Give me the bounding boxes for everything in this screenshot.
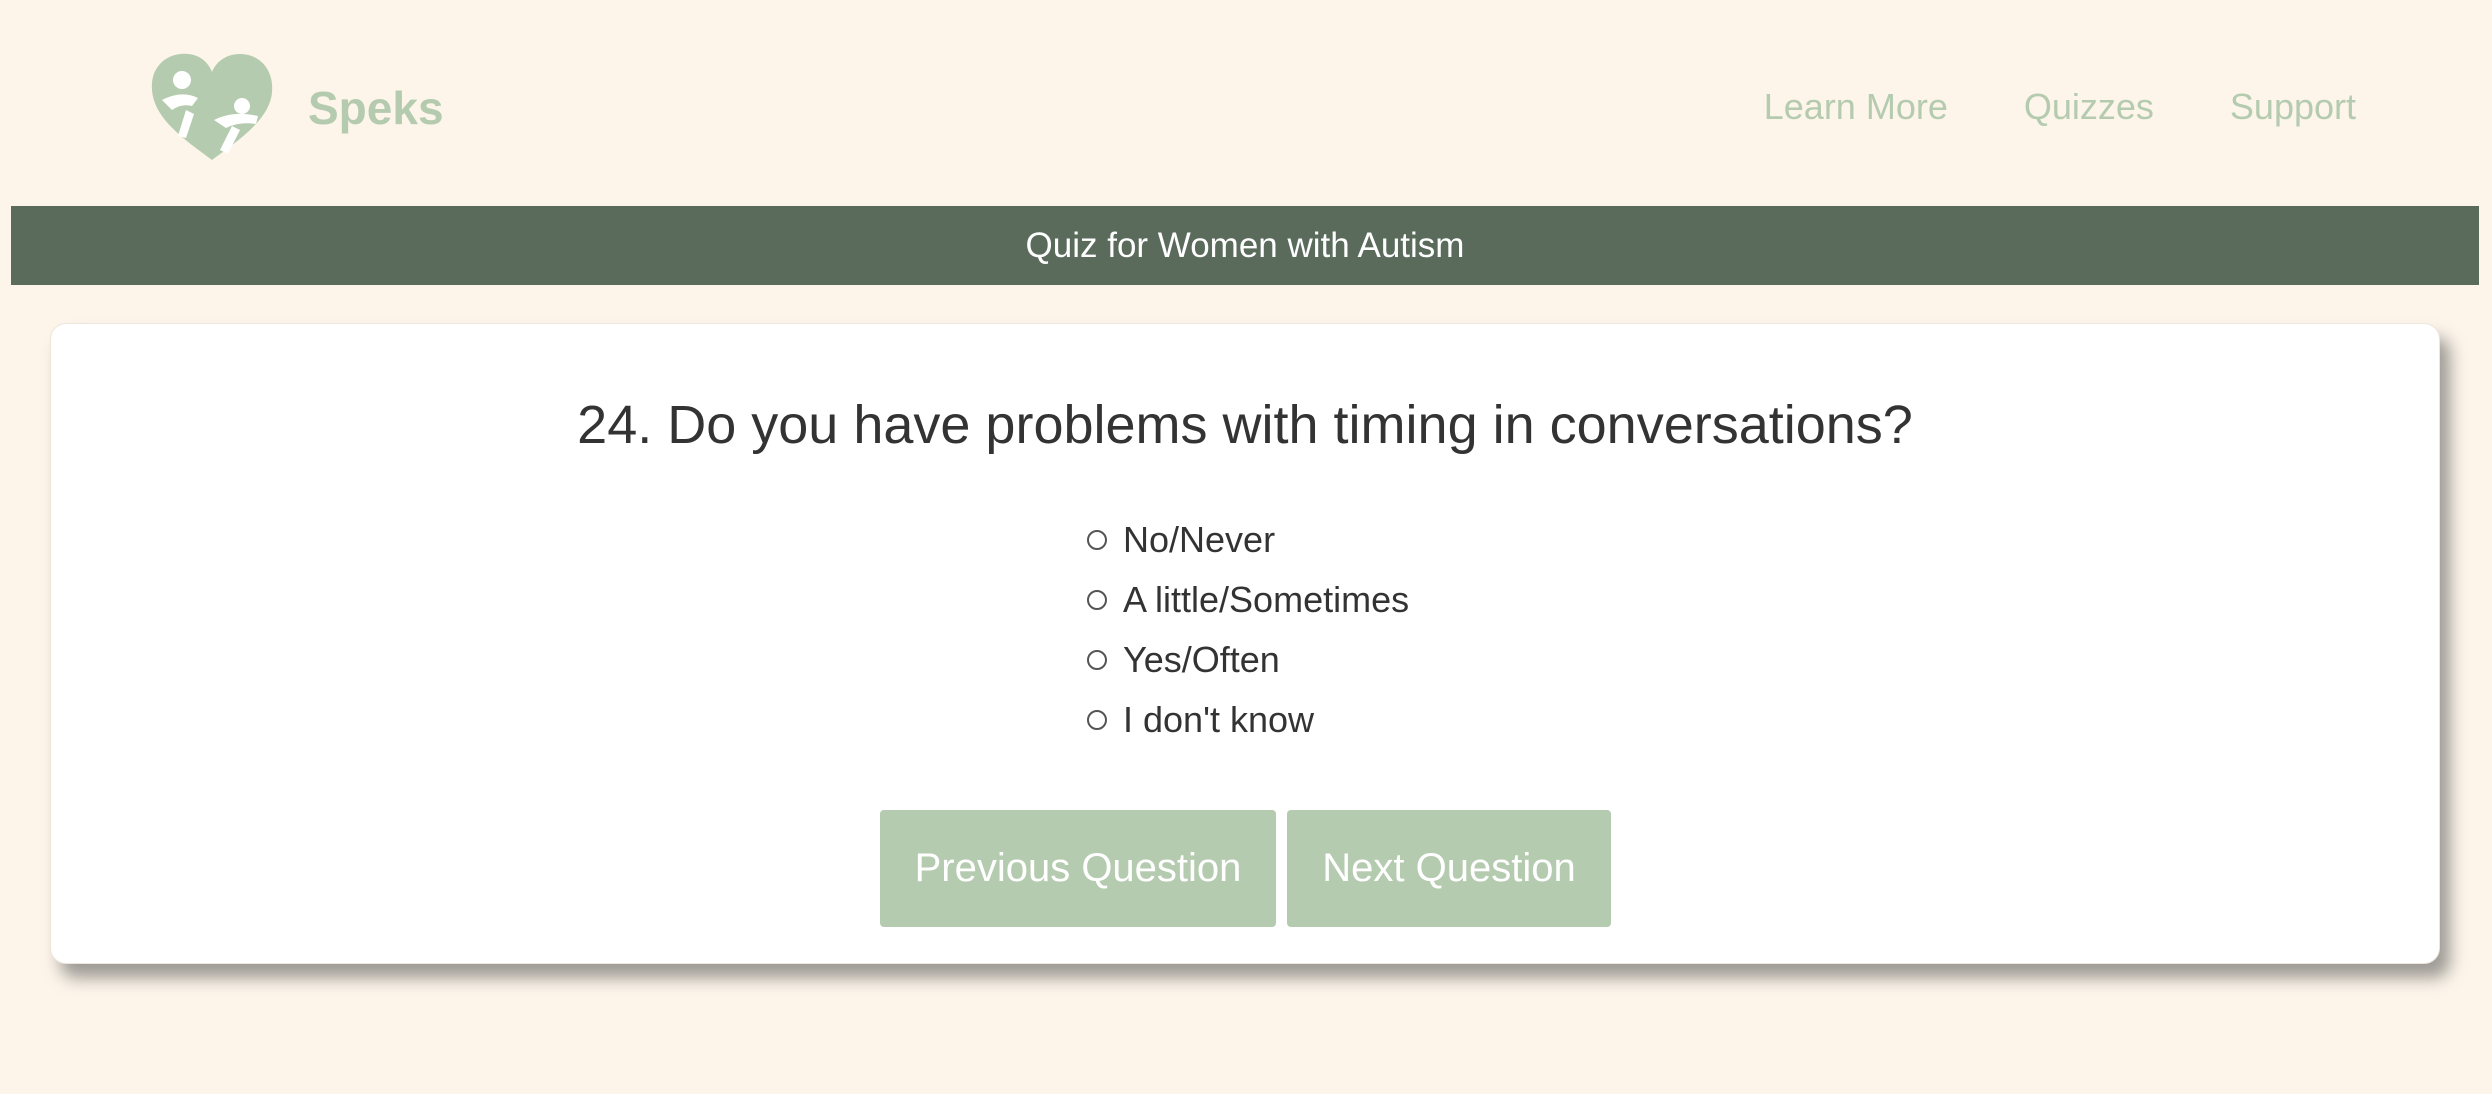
radio-button[interactable] xyxy=(1087,590,1107,610)
answer-options: No/Never A little/Sometimes Yes/Often I … xyxy=(1087,510,1409,750)
nav-learn-more[interactable]: Learn More xyxy=(1764,86,1948,128)
option-label: I don't know xyxy=(1123,699,1314,740)
site-header: Speks Learn More Quizzes Support xyxy=(0,0,2492,206)
previous-question-button[interactable]: Previous Question xyxy=(880,810,1276,927)
option-i-dont-know[interactable]: I don't know xyxy=(1087,690,1409,750)
option-a-little-sometimes[interactable]: A little/Sometimes xyxy=(1087,570,1409,630)
option-yes-often[interactable]: Yes/Often xyxy=(1087,630,1409,690)
radio-button[interactable] xyxy=(1087,650,1107,670)
radio-button[interactable] xyxy=(1087,710,1107,730)
logo-link[interactable]: Speks xyxy=(148,50,444,166)
nav-quizzes[interactable]: Quizzes xyxy=(2024,86,2154,128)
nav-support[interactable]: Support xyxy=(2230,86,2356,128)
question-text: 24. Do you have problems with timing in … xyxy=(577,395,1913,455)
option-label: A little/Sometimes xyxy=(1123,579,1410,620)
navigation-buttons: Previous Question Next Question xyxy=(880,810,1611,927)
option-no-never[interactable]: No/Never xyxy=(1087,510,1409,570)
option-label: Yes/Often xyxy=(1123,639,1280,680)
option-label: No/Never xyxy=(1123,519,1276,560)
radio-button[interactable] xyxy=(1087,530,1107,550)
question-card: 24. Do you have problems with timing in … xyxy=(50,323,2440,964)
heart-family-icon xyxy=(151,53,273,161)
next-question-button[interactable]: Next Question xyxy=(1287,810,1611,927)
quiz-title-banner: Quiz for Women with Autism xyxy=(11,206,2479,285)
brand-name[interactable]: Speks xyxy=(308,81,444,135)
main-nav: Learn More Quizzes Support xyxy=(1764,86,2356,128)
